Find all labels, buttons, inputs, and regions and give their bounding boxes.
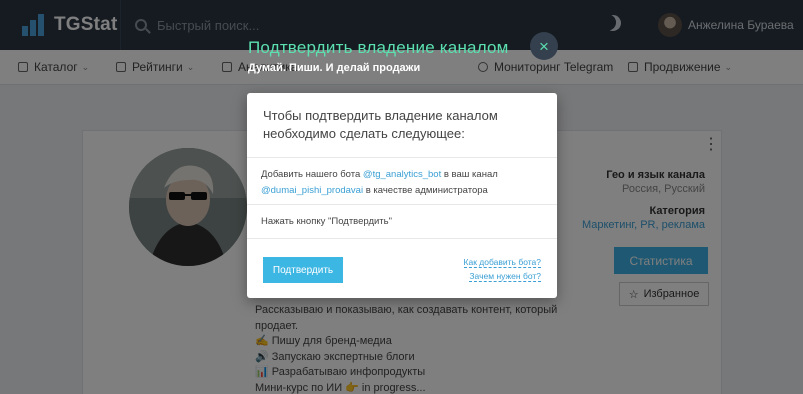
close-icon: ×: [539, 36, 549, 56]
why-bot-needed-link[interactable]: Зачем нужен бот?: [469, 271, 541, 282]
how-to-add-bot-link[interactable]: Как добавить бота?: [463, 257, 541, 268]
modal-intro: Чтобы подтвердить владение каналом необх…: [247, 93, 557, 158]
channel-link[interactable]: @dumai_pishi_prodavai: [261, 185, 363, 196]
confirm-label: Подтвердить: [272, 264, 334, 276]
step1-suffix: в качестве администратора: [363, 185, 488, 196]
bot-link[interactable]: @tg_analytics_bot: [363, 169, 441, 180]
step-press-confirm: Нажать кнопку "Подтвердить": [247, 205, 557, 239]
confirm-ownership-dialog: Чтобы подтвердить владение каналом необх…: [247, 93, 557, 298]
confirm-button[interactable]: Подтвердить: [263, 257, 343, 283]
modal-subtitle: Думай. Пиши. И делай продажи: [248, 62, 421, 74]
modal-title: Подтвердить владение каналом: [248, 38, 509, 57]
step1-middle: в ваш канал: [441, 169, 498, 180]
close-button[interactable]: ×: [530, 32, 558, 60]
step-add-bot: Добавить нашего бота @tg_analytics_bot в…: [247, 158, 557, 205]
step1-prefix: Добавить нашего бота: [261, 169, 363, 180]
